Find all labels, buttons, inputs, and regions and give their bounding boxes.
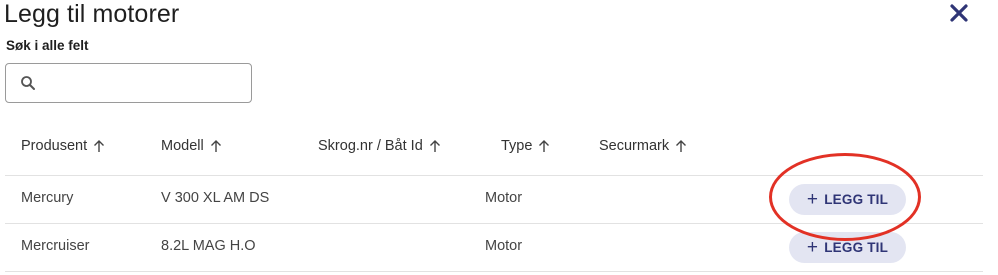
dialog-title: Legg til motorer <box>4 0 180 28</box>
arrow-up-icon <box>539 140 550 152</box>
column-header-modell[interactable]: Modell <box>161 138 222 154</box>
add-button[interactable]: + LEGG TIL <box>789 184 906 215</box>
search-icon <box>20 75 36 91</box>
close-icon[interactable] <box>949 3 969 23</box>
arrow-up-icon <box>429 140 440 152</box>
add-button-label: LEGG TIL <box>824 192 889 207</box>
cell-produsent: Mercury <box>21 190 74 206</box>
cell-modell: 8.2L MAG H.O <box>161 238 256 254</box>
search-field[interactable] <box>5 63 252 103</box>
cell-type: Motor <box>485 190 523 206</box>
add-button-label: LEGG TIL <box>824 240 889 255</box>
arrow-up-icon <box>676 140 687 152</box>
search-label: Søk i alle felt <box>6 38 89 53</box>
cell-modell: V 300 XL AM DS <box>161 190 270 206</box>
column-header-label: Produsent <box>21 138 88 154</box>
add-button[interactable]: + LEGG TIL <box>789 232 906 263</box>
column-header-type[interactable]: Type <box>501 138 550 154</box>
arrow-up-icon <box>210 140 221 152</box>
plus-icon: + <box>806 237 819 258</box>
row-divider <box>5 175 983 176</box>
column-header-label: Type <box>501 138 533 154</box>
cell-produsent: Mercruiser <box>21 238 90 254</box>
column-header-securmark[interactable]: Securmark <box>599 138 687 154</box>
search-input[interactable] <box>42 68 242 98</box>
column-header-skrog[interactable]: Skrog.nr / Båt Id <box>318 138 441 154</box>
row-divider <box>5 223 983 224</box>
plus-icon: + <box>806 189 819 210</box>
column-header-label: Skrog.nr / Båt Id <box>318 138 423 154</box>
column-header-produsent[interactable]: Produsent <box>21 138 105 154</box>
arrow-up-icon <box>94 140 105 152</box>
column-header-label: Modell <box>161 138 204 154</box>
cell-type: Motor <box>485 238 523 254</box>
column-header-label: Securmark <box>599 138 670 154</box>
row-divider <box>5 271 983 272</box>
